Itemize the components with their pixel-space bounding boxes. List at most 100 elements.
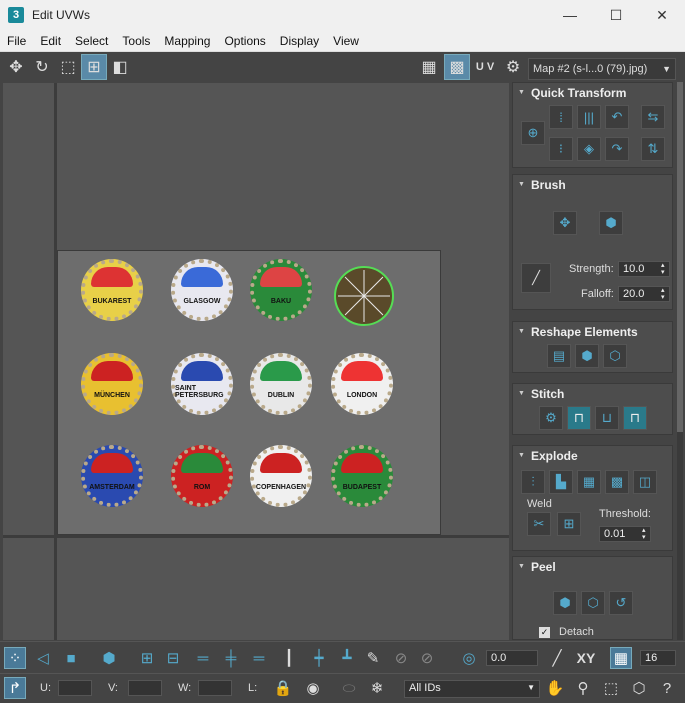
shrink-selection-icon[interactable]: ⊟ — [162, 647, 184, 669]
rotate-cw-icon[interactable]: ↷ — [605, 137, 629, 161]
transform-mode-icon[interactable]: ↱ — [4, 677, 26, 699]
flatten-by-smoothing-icon[interactable]: ▩ — [605, 470, 629, 494]
checker-toggle-icon[interactable]: ▩ — [444, 54, 470, 80]
paint-grow-icon[interactable]: ⊘ — [390, 647, 412, 669]
menu-view[interactable]: View — [326, 31, 366, 51]
peel-mode-icon[interactable]: ⬡ — [581, 591, 605, 615]
snap-icon[interactable]: ╱ — [546, 647, 568, 669]
explode-to-islands-icon[interactable]: ▦ — [577, 470, 601, 494]
paint-shrink-icon[interactable]: ⊘ — [416, 647, 438, 669]
ring-shrink-icon[interactable]: ═ — [248, 647, 270, 669]
xy-toggle[interactable]: XY — [572, 647, 600, 669]
menu-edit[interactable]: Edit — [33, 31, 68, 51]
rollout-title[interactable]: Explode — [513, 446, 672, 466]
zoom-icon[interactable]: ⚲ — [572, 677, 594, 699]
maximize-button[interactable]: ☐ — [593, 0, 639, 30]
map-select[interactable]: Map #2 (s-l...0 (79).jpg) ▼ — [528, 58, 676, 80]
relax-settings-icon[interactable]: ⬡ — [603, 344, 627, 368]
scrollbar-thumb[interactable] — [677, 82, 683, 432]
flatten-by-material-icon[interactable]: ◫ — [633, 470, 657, 494]
freeze-icon[interactable]: ❄ — [366, 677, 388, 699]
quick-peel-icon[interactable]: ⬢ — [553, 591, 577, 615]
reset-peel-icon[interactable]: ↺ — [609, 591, 633, 615]
w-field[interactable] — [198, 680, 232, 696]
lock-icon[interactable]: 🔒 — [272, 677, 294, 699]
uv-label[interactable]: U V — [472, 54, 498, 80]
threshold-spinner[interactable]: 0.01 — [599, 526, 651, 542]
menu-display[interactable]: Display — [273, 31, 326, 51]
checker-icon[interactable]: ▦ — [416, 54, 442, 80]
paint-select-icon[interactable]: ✎ — [362, 647, 384, 669]
pivot-icon[interactable]: ⊕ — [521, 121, 545, 145]
space-horizontal-icon[interactable]: ||| — [577, 105, 601, 129]
selected-uv-element[interactable] — [334, 266, 394, 326]
vertex-select-icon[interactable]: ⁘ — [4, 647, 26, 669]
polygon-select-icon[interactable]: ■ — [60, 647, 82, 669]
brush-stroke-icon[interactable]: ╱ — [521, 263, 551, 293]
straighten-icon[interactable]: ◈ — [577, 137, 601, 161]
angle-field[interactable]: 0.0 — [486, 650, 538, 666]
stitch-average-icon[interactable]: ⊔ — [595, 406, 619, 430]
flip-horizontal-icon[interactable]: ⇆ — [641, 105, 665, 129]
grid-snap-icon[interactable]: ▦ — [610, 647, 632, 669]
stitch-to-target-icon[interactable]: ⊓ — [623, 406, 647, 430]
paint-move-icon[interactable]: ✥ — [553, 211, 577, 235]
scale-icon[interactable]: ⬚ — [55, 54, 81, 80]
u-field[interactable] — [58, 680, 92, 696]
soft-select-icon[interactable]: ◎ — [458, 647, 480, 669]
rotate-icon[interactable]: ↻ — [29, 54, 55, 80]
minimize-button[interactable]: — — [547, 0, 593, 30]
weld-target-icon[interactable]: ✂ — [527, 512, 551, 536]
stitch-custom-icon[interactable]: ⚙ — [539, 406, 563, 430]
weld-selected-icon[interactable]: ⊞ — [557, 512, 581, 536]
pelt-seam-icon[interactable]: ┿ — [308, 647, 330, 669]
falloff-spinner[interactable]: 20.0 — [618, 286, 670, 302]
straighten-selection-icon[interactable]: ▤ — [547, 344, 571, 368]
menu-mapping[interactable]: Mapping — [157, 31, 217, 51]
pixels-field[interactable]: 16 — [640, 650, 676, 666]
pan-icon[interactable]: ✋ — [544, 677, 566, 699]
seam-icon[interactable]: ┻ — [336, 647, 358, 669]
menu-tools[interactable]: Tools — [115, 31, 157, 51]
pin-icon[interactable]: ┃ — [278, 647, 300, 669]
id-filter-select[interactable]: All IDs ▼ — [404, 680, 540, 698]
edge-select-icon[interactable]: ◁ — [32, 647, 54, 669]
rollout-title[interactable]: Brush — [513, 175, 672, 195]
rollout-title[interactable]: Reshape Elements — [513, 322, 672, 342]
menu-options[interactable]: Options — [217, 31, 272, 51]
uv-viewport[interactable]: BUKAREST GLASGOW BAKU MÜNCHEN SAINT PETERSBU… — [3, 83, 509, 640]
panel-scrollbar[interactable] — [677, 82, 683, 640]
show-icon[interactable]: ◉ — [302, 677, 324, 699]
help-icon[interactable]: ? — [656, 677, 678, 699]
rotate-ccw-icon[interactable]: ↶ — [605, 105, 629, 129]
ring-icon[interactable]: ╪ — [220, 647, 242, 669]
zoom-region-icon[interactable]: ⬚ — [600, 677, 622, 699]
grow-selection-icon[interactable]: ⊞ — [136, 647, 158, 669]
menu-file[interactable]: File — [0, 31, 33, 51]
relax-icon[interactable]: ⬢ — [575, 344, 599, 368]
rollout-title[interactable]: Quick Transform — [513, 83, 672, 103]
relax-brush-icon[interactable]: ⬢ — [599, 211, 623, 235]
texture-settings-icon[interactable]: ⚙ — [500, 54, 526, 80]
rollout-title[interactable]: Peel — [513, 557, 672, 577]
close-button[interactable]: ✕ — [639, 0, 685, 30]
strength-spinner[interactable]: 10.0 — [618, 261, 670, 277]
break-icon[interactable]: ⫶ — [521, 470, 545, 494]
element-select-icon[interactable]: ⬢ — [98, 647, 120, 669]
align-horizontal-icon[interactable]: ⁞ — [549, 105, 573, 129]
freeform-icon[interactable]: ⊞ — [81, 54, 107, 80]
stitch-to-source-icon[interactable]: ⊓ — [567, 406, 591, 430]
detach-checkbox[interactable]: ✓ — [539, 627, 550, 638]
v-field[interactable] — [128, 680, 162, 696]
rollout-title[interactable]: Stitch — [513, 384, 672, 404]
align-vertical-icon[interactable]: ⁝ — [549, 137, 573, 161]
menu-select[interactable]: Select — [68, 31, 115, 51]
move-icon[interactable]: ✥ — [3, 54, 29, 80]
flip-vertical-icon[interactable]: ⇅ — [641, 137, 665, 161]
detach-edge-icon[interactable]: ▙ — [549, 470, 573, 494]
zoom-extents-icon[interactable]: ⬡ — [628, 677, 650, 699]
mirror-icon[interactable]: ◧ — [107, 54, 133, 80]
hide-icon[interactable]: ⬭ — [338, 677, 360, 699]
loop-icon[interactable]: ═ — [192, 647, 214, 669]
bottle-cap: ROM — [171, 445, 233, 507]
